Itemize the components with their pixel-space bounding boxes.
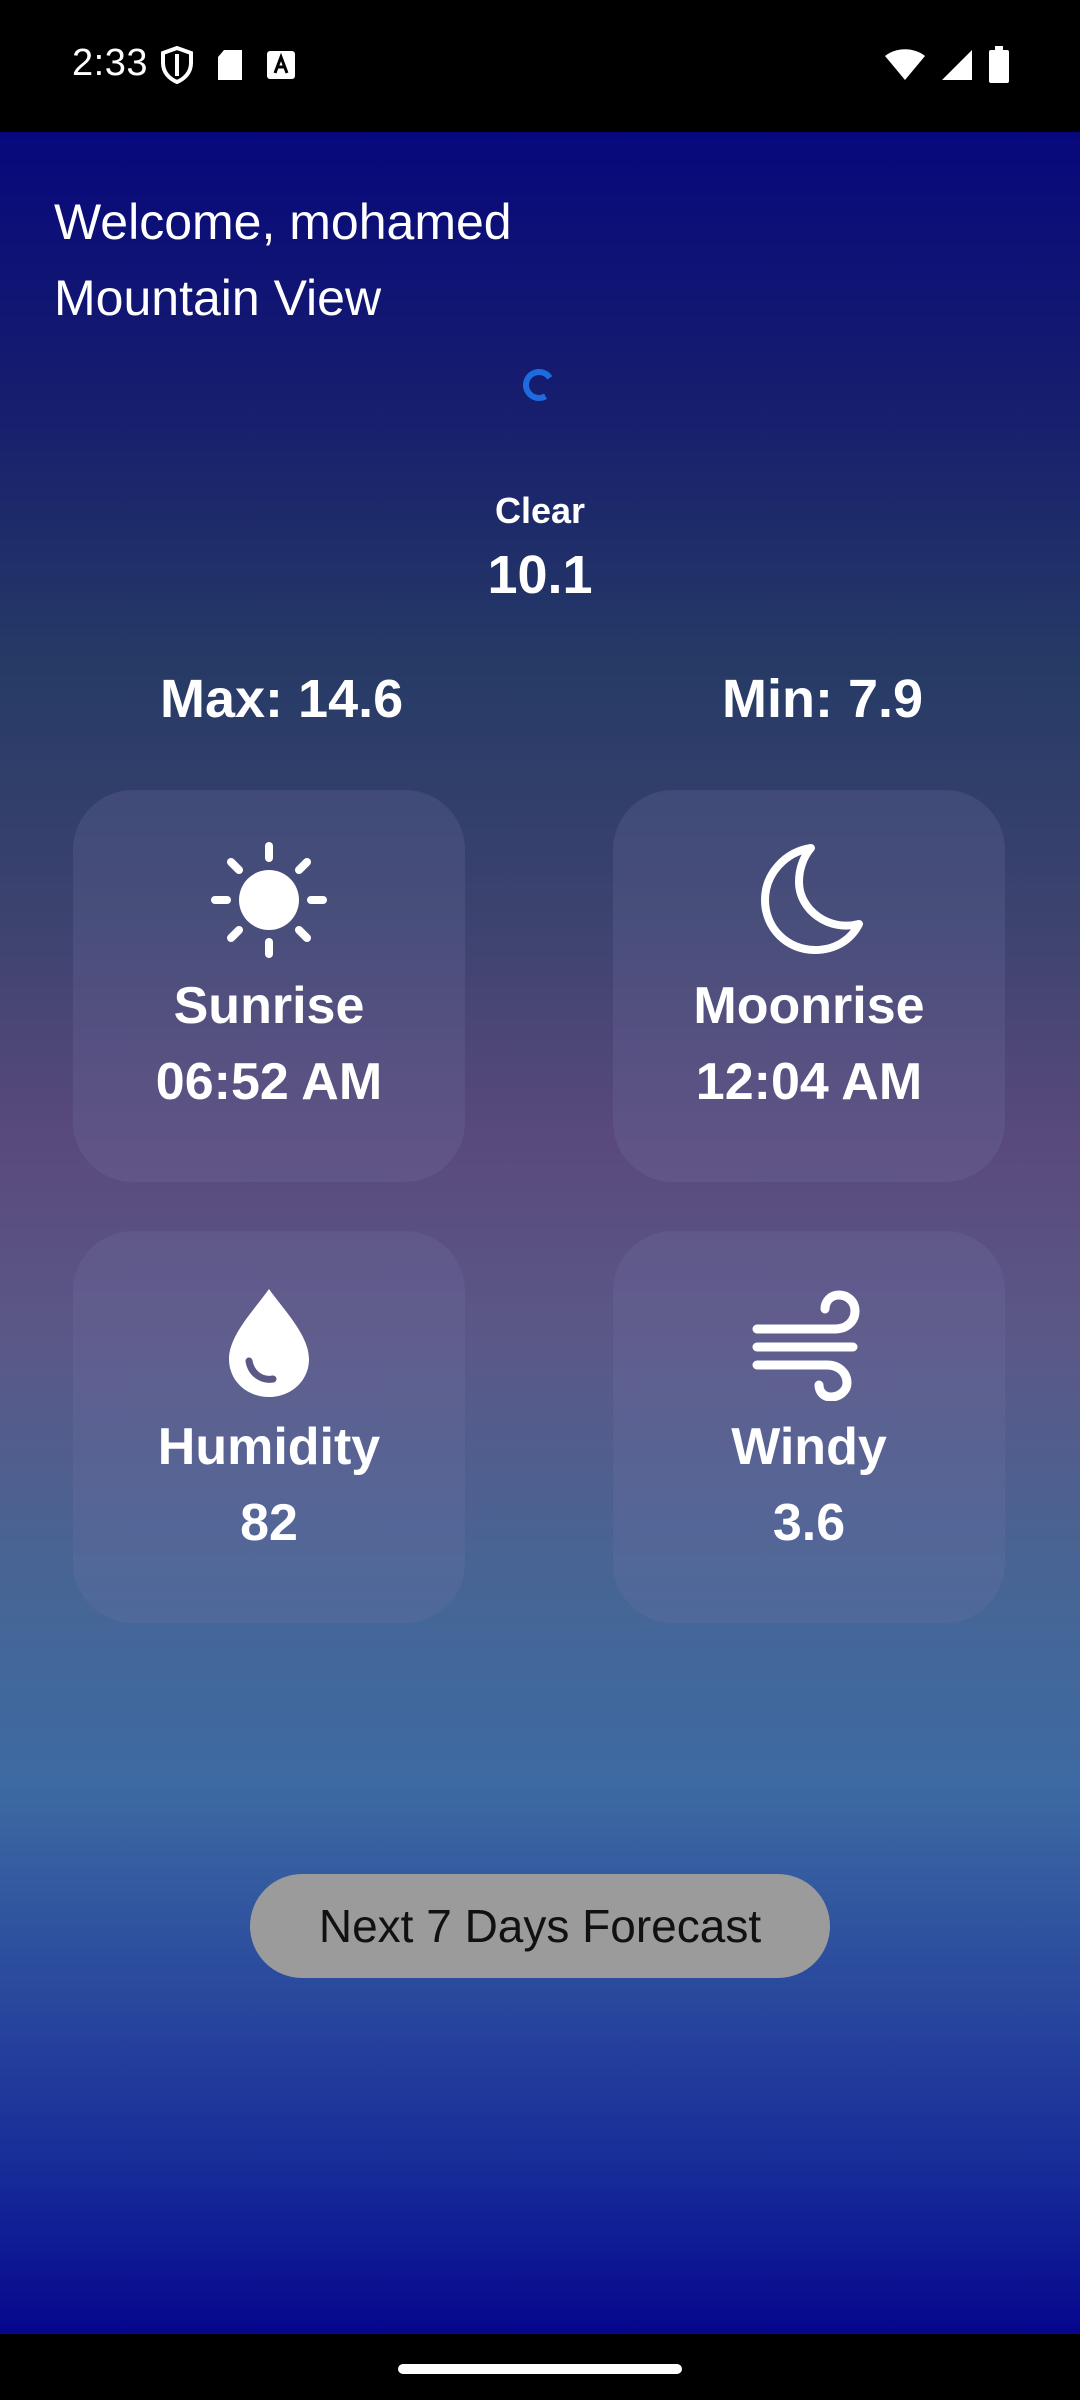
card-value: 06:52 AM — [155, 1053, 383, 1111]
status-time: 2:33 — [72, 42, 148, 84]
wifi-icon — [884, 48, 926, 87]
max-temperature: Max: 14.6 — [160, 669, 404, 729]
water-drop-icon — [209, 1281, 329, 1401]
wind-card: Windy 3.6 — [613, 1231, 1005, 1623]
cell-signal-icon — [940, 48, 974, 87]
sun-icon — [209, 840, 329, 960]
card-label: Windy — [731, 1418, 887, 1476]
loading-spinner-icon — [522, 368, 556, 402]
shield-icon — [160, 45, 194, 89]
card-value: 3.6 — [772, 1494, 846, 1552]
min-temperature: Min: 7.9 — [722, 669, 924, 729]
wind-icon — [749, 1281, 869, 1402]
card-value: 12:04 AM — [695, 1053, 923, 1111]
card-value: 82 — [240, 1494, 298, 1552]
header: Welcome, mohamed Mountain View — [54, 184, 512, 336]
next-7-days-forecast-button[interactable]: Next 7 Days Forecast — [250, 1874, 830, 1978]
welcome-text: Welcome, mohamed — [54, 194, 512, 250]
status-icons-right — [884, 46, 1010, 89]
status-icons-left — [160, 45, 296, 89]
card-label: Sunrise — [173, 977, 365, 1035]
sunrise-card: Sunrise 06:52 AM — [73, 790, 465, 1182]
weather-screen: Welcome, mohamed Mountain View Clear 10.… — [0, 132, 1080, 2334]
navigation-bar — [0, 2334, 1080, 2400]
current-temperature: 10.1 — [487, 545, 593, 605]
sd-card-icon — [216, 48, 244, 87]
text-a-icon — [266, 50, 296, 85]
moonrise-card: Moonrise 12:04 AM — [613, 790, 1005, 1182]
card-label: Humidity — [157, 1418, 381, 1476]
battery-icon — [988, 46, 1010, 89]
home-gesture-handle[interactable] — [398, 2364, 682, 2374]
humidity-card: Humidity 82 — [73, 1231, 465, 1623]
weather-condition: Clear — [494, 490, 586, 531]
moon-icon — [749, 840, 869, 960]
status-bar: 2:33 — [0, 0, 1080, 132]
location-text: Mountain View — [54, 270, 382, 326]
card-label: Moonrise — [693, 977, 925, 1035]
